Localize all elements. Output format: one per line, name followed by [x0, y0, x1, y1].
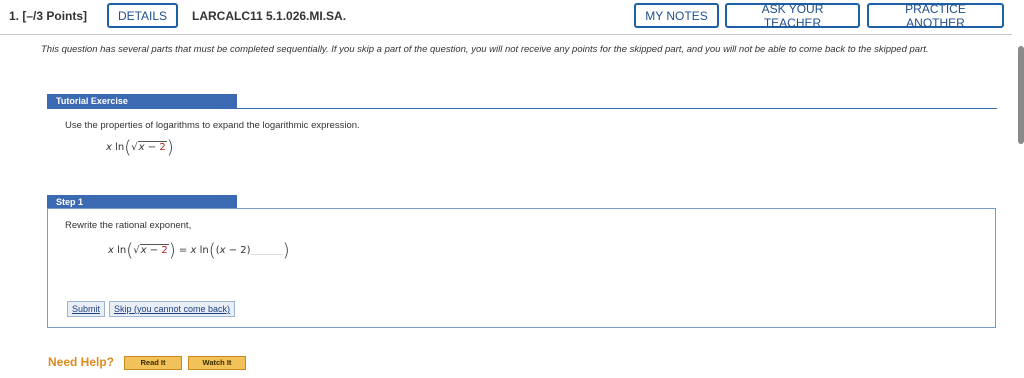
my-notes-button[interactable]: MY NOTES: [634, 3, 719, 28]
need-help-label: Need Help?: [48, 355, 115, 369]
tutorial-divider: [47, 108, 997, 109]
question-header: 1. [–/3 Points] DETAILS LARCALC11 5.1.02…: [0, 0, 1012, 35]
watch-it-button[interactable]: Watch It: [188, 356, 246, 370]
step-1-tab: Step 1: [47, 195, 237, 209]
details-button[interactable]: DETAILS: [107, 3, 178, 28]
skip-button[interactable]: Skip (you cannot come back): [109, 301, 236, 317]
tutorial-exercise-tab: Tutorial Exercise: [47, 94, 237, 108]
step-instruction: Rewrite the rational exponent,: [65, 220, 192, 231]
tutorial-prompt: Use the properties of logarithms to expa…: [65, 120, 360, 131]
question-code: LARCALC11 5.1.026.MI.SA.: [192, 9, 347, 23]
read-it-button[interactable]: Read It: [124, 356, 182, 370]
practice-another-button[interactable]: PRACTICE ANOTHER: [867, 2, 1004, 30]
exponent-answer-input[interactable]: [250, 242, 283, 255]
question-number: 1. [–/3 Points]: [9, 9, 88, 23]
step-equation: x ln(√x − 2) = x ln((x − 2)): [108, 240, 290, 261]
ask-your-teacher-button[interactable]: ASK YOUR TEACHER: [725, 2, 860, 30]
points-label: [–/3 Points]: [22, 9, 88, 23]
intro-text: This question has several parts that mus…: [41, 44, 929, 55]
tutorial-expression: x ln(√x − 2): [106, 137, 174, 158]
scrollbar-thumb[interactable]: [1018, 46, 1024, 144]
submit-button[interactable]: Submit: [67, 301, 106, 317]
